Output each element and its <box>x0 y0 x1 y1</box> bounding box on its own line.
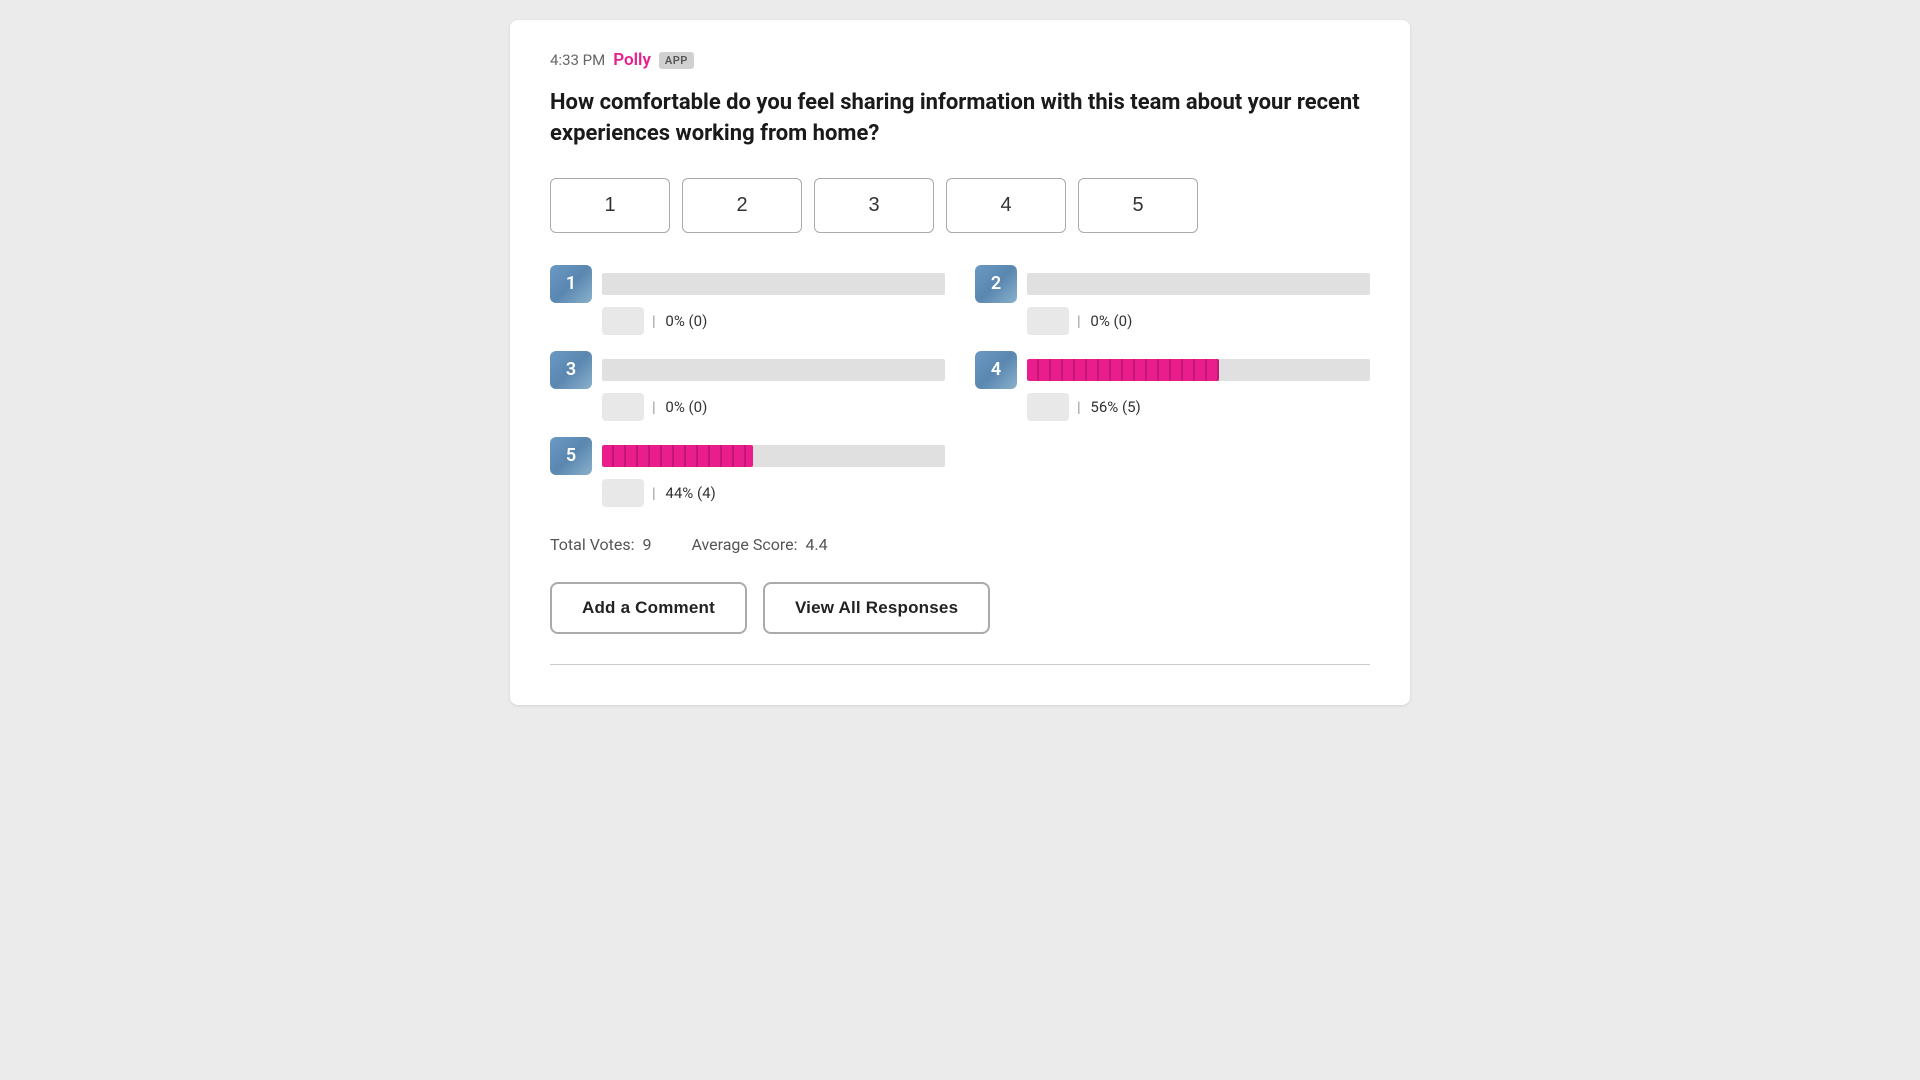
result-stat-3: | 0% (0) <box>652 398 707 416</box>
scale-buttons: 1 2 3 4 5 <box>550 178 1370 233</box>
page-wrapper: 4:33 PM Polly APP How comfortable do you… <box>0 0 1920 1080</box>
question-text: How comfortable do you feel sharing info… <box>550 88 1370 150</box>
bar-fill-4 <box>1027 359 1219 381</box>
score-label: Average Score: <box>691 535 797 554</box>
divider <box>550 664 1370 665</box>
bar-container-1 <box>602 273 945 295</box>
bar-container-4 <box>1027 359 1370 381</box>
app-name: Polly <box>613 50 651 70</box>
result-bar-row-1: 1 <box>550 265 945 303</box>
votes-label: Total Votes: <box>550 535 635 554</box>
bar-fill-5 <box>602 445 753 467</box>
result-item-2: 2 | 0% (0) <box>975 265 1370 335</box>
scale-btn-3[interactable]: 3 <box>814 178 934 233</box>
result-percent-box-1 <box>602 307 644 335</box>
poll-card: 4:33 PM Polly APP How comfortable do you… <box>510 20 1410 705</box>
results-grid: 1 | 0% (0) 2 <box>550 265 1370 507</box>
average-score: Average Score: 4.4 <box>691 535 827 554</box>
result-stat-row-2: | 0% (0) <box>975 307 1370 335</box>
app-badge: APP <box>659 52 694 69</box>
result-item-5: 5 | 44% (4) <box>550 437 945 507</box>
result-label-2: 2 <box>975 265 1017 303</box>
bar-container-3 <box>602 359 945 381</box>
add-comment-button[interactable]: Add a Comment <box>550 582 747 634</box>
result-percent-box-3 <box>602 393 644 421</box>
bar-container-5 <box>602 445 945 467</box>
scale-btn-4[interactable]: 4 <box>946 178 1066 233</box>
score-value: 4.4 <box>805 535 827 554</box>
result-stat-5: | 44% (4) <box>652 484 716 502</box>
result-stat-1: | 0% (0) <box>652 312 707 330</box>
bar-container-2 <box>1027 273 1370 295</box>
scale-btn-1[interactable]: 1 <box>550 178 670 233</box>
header-row: 4:33 PM Polly APP <box>550 50 1370 70</box>
result-stat-row-5: | 44% (4) <box>550 479 945 507</box>
result-label-1: 1 <box>550 265 592 303</box>
result-item-3: 3 | 0% (0) <box>550 351 945 421</box>
scale-btn-5[interactable]: 5 <box>1078 178 1198 233</box>
actions-row: Add a Comment View All Responses <box>550 582 1370 634</box>
result-percent-box-2 <box>1027 307 1069 335</box>
result-bar-row-2: 2 <box>975 265 1370 303</box>
result-label-5: 5 <box>550 437 592 475</box>
total-votes: Total Votes: 9 <box>550 535 651 554</box>
scale-btn-2[interactable]: 2 <box>682 178 802 233</box>
timestamp: 4:33 PM <box>550 51 605 69</box>
result-item-1: 1 | 0% (0) <box>550 265 945 335</box>
result-stat-4: | 56% (5) <box>1077 398 1141 416</box>
totals-row: Total Votes: 9 Average Score: 4.4 <box>550 535 1370 554</box>
result-bar-row-4: 4 <box>975 351 1370 389</box>
result-bar-row-3: 3 <box>550 351 945 389</box>
result-item-4: 4 | 56% (5) <box>975 351 1370 421</box>
result-label-3: 3 <box>550 351 592 389</box>
result-bar-row-5: 5 <box>550 437 945 475</box>
result-percent-box-4 <box>1027 393 1069 421</box>
view-responses-button[interactable]: View All Responses <box>763 582 990 634</box>
result-label-4: 4 <box>975 351 1017 389</box>
result-stat-row-1: | 0% (0) <box>550 307 945 335</box>
result-stat-row-3: | 0% (0) <box>550 393 945 421</box>
result-stat-2: | 0% (0) <box>1077 312 1132 330</box>
result-percent-box-5 <box>602 479 644 507</box>
result-stat-row-4: | 56% (5) <box>975 393 1370 421</box>
votes-value: 9 <box>642 535 651 554</box>
